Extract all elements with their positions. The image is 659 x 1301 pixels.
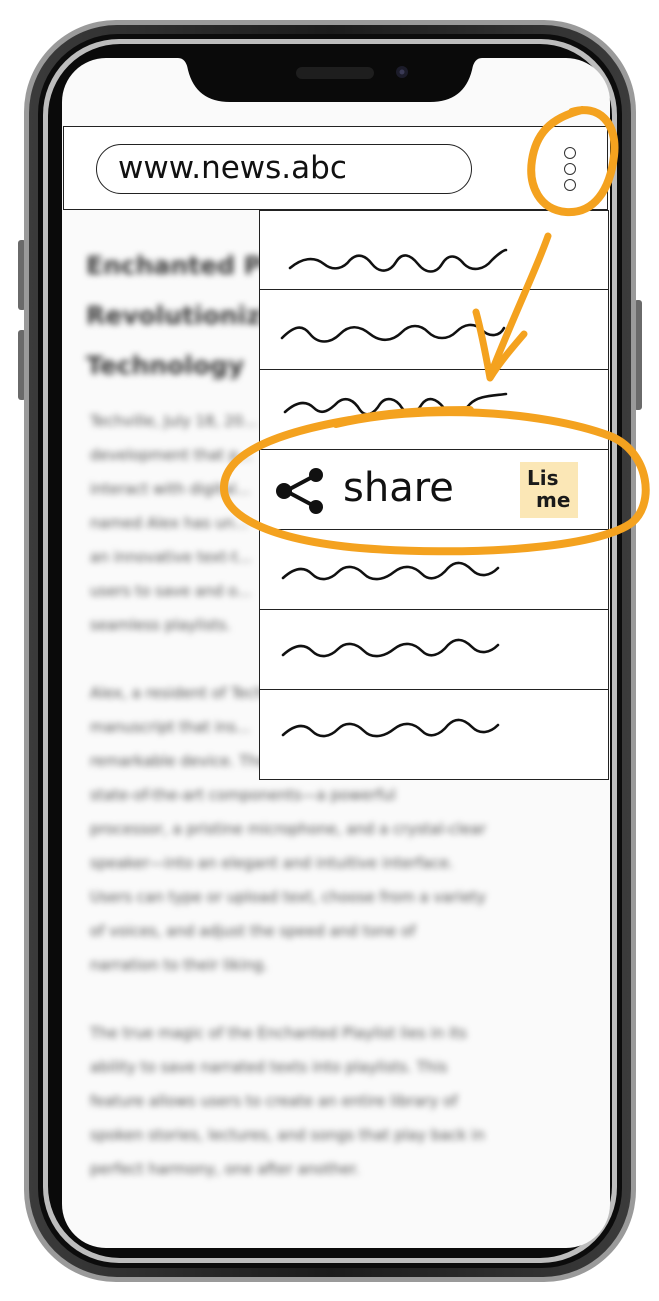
- paragraph-line: spoken stories, lectures, and songs that…: [90, 1126, 485, 1144]
- paragraph-line: Users can type or upload text, choose fr…: [90, 888, 486, 906]
- menu-item-5[interactable]: [259, 530, 609, 610]
- paragraph-line: feature allows users to create an entire…: [90, 1092, 458, 1110]
- share-label: share: [343, 465, 454, 511]
- menu-item-7[interactable]: [259, 690, 609, 770]
- kebab-dot-icon: [564, 163, 576, 175]
- paragraph-line: The true magic of the Enchanted Playlist…: [90, 1024, 467, 1042]
- paragraph-line: of voices, and adjust the speed and tone…: [90, 922, 416, 940]
- logo-text: Lis: [527, 466, 559, 490]
- kebab-dot-icon: [564, 147, 576, 159]
- more-options-button[interactable]: [556, 144, 586, 196]
- logo-text: me: [536, 488, 571, 512]
- url-text: www.news.abc: [118, 150, 347, 186]
- paragraph-line: narration to their liking.: [90, 956, 268, 974]
- share-icon: [276, 468, 323, 514]
- camera-notch: [178, 50, 482, 102]
- menu-item-1[interactable]: [259, 210, 609, 290]
- kebab-dot-icon: [564, 179, 576, 191]
- lisme-logo[interactable]: Lis me: [520, 462, 578, 518]
- paragraph-line: ability to save narrated texts into play…: [90, 1058, 448, 1076]
- article-paragraph-3: The true magic of the Enchanted Playlist…: [90, 1016, 562, 1186]
- paragraph-line: speaker—into an elegant and intuitive in…: [90, 854, 454, 872]
- paragraph-line: perfect harmony, one after another.: [90, 1160, 360, 1178]
- paragraph-line: processor, a pristine microphone, and a …: [90, 820, 486, 838]
- menu-item-3[interactable]: [259, 370, 609, 450]
- paragraph-line: state-of-the-art components—a powerful: [90, 786, 396, 804]
- menu-item-6[interactable]: [259, 610, 609, 690]
- menu-item-2[interactable]: [259, 290, 609, 370]
